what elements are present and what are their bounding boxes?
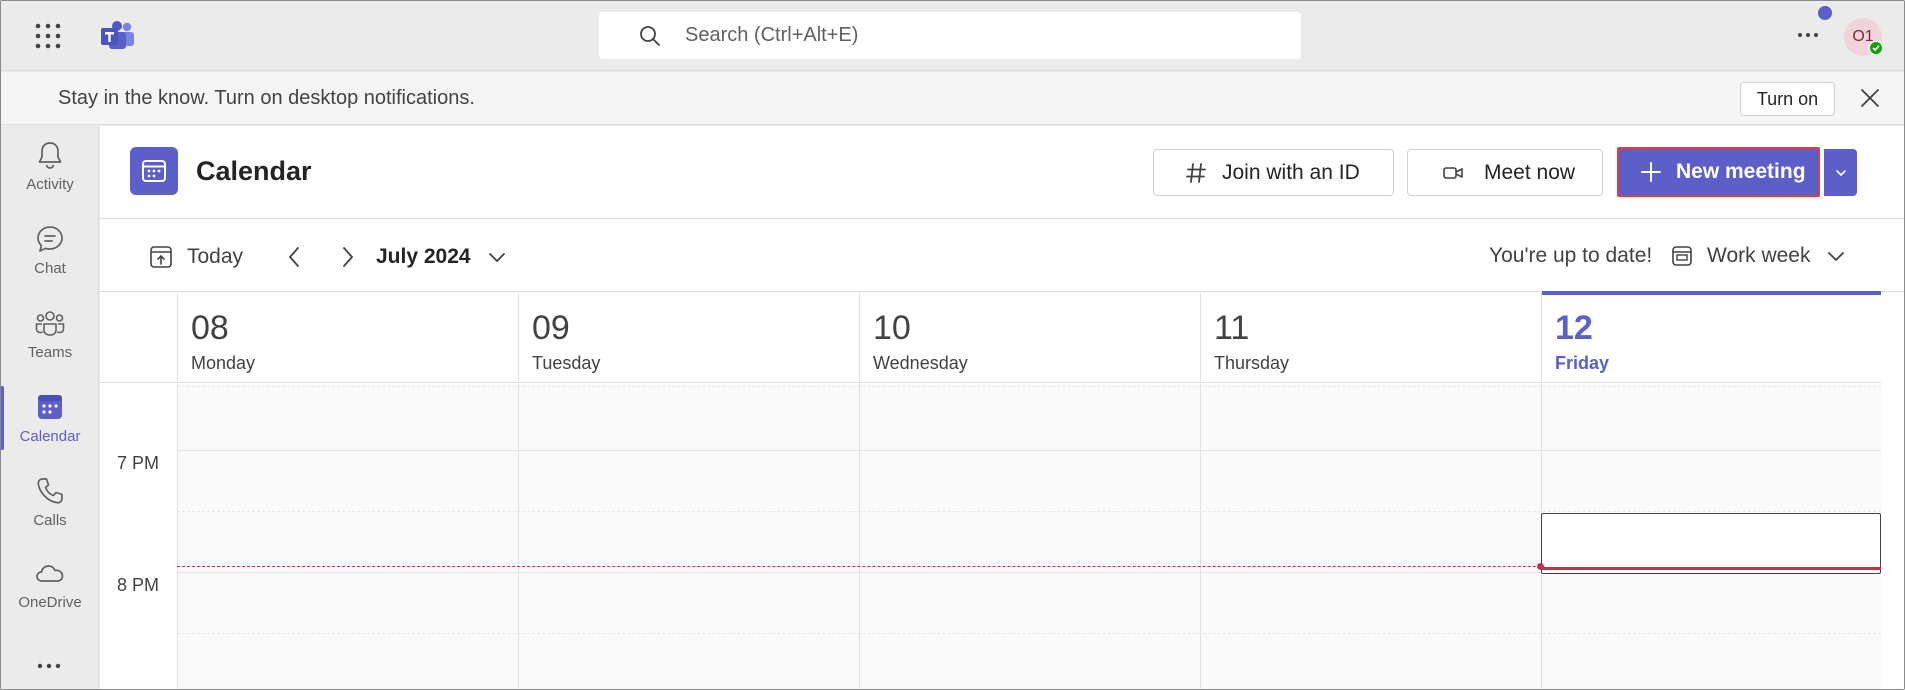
day-header-thursday[interactable]: 11 Thursday: [1200, 293, 1541, 383]
sync-status: You're up to date!: [1489, 244, 1653, 267]
rail-label: Activity: [26, 176, 74, 193]
app-rail: Activity Chat Teams Calendar Calls OneDr…: [1, 126, 99, 689]
current-time-dot: [1537, 563, 1544, 570]
rail-item-teams[interactable]: Teams: [1, 294, 99, 374]
day-number: 11: [1214, 309, 1250, 347]
calendar-header: Calendar Join with an ID Meet now New me…: [100, 126, 1904, 219]
day-header-monday[interactable]: 08 Monday: [177, 293, 518, 383]
week-grid: 08 Monday 09 Tuesday 10 Wednesday 11 Thu…: [100, 291, 1904, 689]
video-camera-icon: [1443, 166, 1463, 179]
today-label: Today: [187, 245, 244, 268]
chevron-down-icon: [488, 253, 505, 262]
day-name: Tuesday: [532, 353, 601, 373]
more-options-icon[interactable]: [1793, 20, 1823, 50]
teams-icon: [35, 311, 65, 336]
today-button[interactable]: Today: [149, 244, 243, 270]
rail-label: Teams: [27, 344, 73, 361]
phone-icon: [37, 478, 63, 504]
rail-label: OneDrive: [18, 594, 82, 611]
day-header-tuesday[interactable]: 09 Tuesday: [518, 293, 859, 383]
banner-message: Stay in the know. Turn on desktop notifi…: [58, 87, 475, 109]
rail-item-onedrive[interactable]: OneDrive: [1, 544, 99, 624]
day-column-tuesday[interactable]: [518, 384, 519, 689]
notification-dot: [1818, 6, 1832, 20]
app-launcher-icon[interactable]: [34, 22, 62, 50]
day-number: 09: [532, 309, 570, 347]
calendar-today-icon: [150, 246, 172, 268]
time-label: 8 PM: [117, 575, 160, 595]
cloud-icon: [36, 565, 64, 582]
top-bar: Search (Ctrl+Alt+E) O1: [1, 1, 1904, 71]
view-label: Work week: [1707, 244, 1811, 267]
new-meeting-label: New meeting: [1676, 160, 1806, 183]
meet-now-button[interactable]: Meet now: [1407, 149, 1603, 196]
presence-available-icon: [1868, 40, 1884, 56]
view-switcher-button[interactable]: Work week: [1671, 240, 1846, 272]
day-number: 10: [873, 309, 911, 347]
search-box[interactable]: Search (Ctrl+Alt+E): [599, 12, 1301, 59]
chevron-down-icon: [1828, 252, 1845, 261]
time-gutter-header: [100, 293, 177, 383]
join-with-id-button[interactable]: Join with an ID: [1153, 149, 1394, 196]
day-name: Monday: [191, 353, 256, 373]
month-picker-button[interactable]: July 2024: [376, 242, 507, 272]
more-apps-icon[interactable]: [31, 656, 67, 676]
previous-week-button[interactable]: [283, 244, 307, 270]
month-label: July 2024: [376, 245, 471, 268]
close-icon[interactable]: [1858, 86, 1882, 110]
page-title: Calendar: [196, 156, 312, 186]
calendar-icon: [38, 395, 62, 419]
time-slots-area[interactable]: [177, 384, 1881, 689]
grid-scroll-gutter: [1881, 384, 1904, 689]
day-name: Friday: [1555, 353, 1610, 373]
notification-banner: i Stay in the know. Turn on desktop noti…: [1, 72, 1904, 181]
half-hour-line: [177, 386, 1881, 387]
selected-time-slot[interactable]: [1541, 513, 1881, 574]
search-placeholder: Search (Ctrl+Alt+E): [685, 24, 859, 46]
half-hour-line: [177, 511, 1881, 512]
work-week-icon: [1672, 246, 1692, 266]
day-number: 08: [191, 309, 229, 347]
day-header-wednesday[interactable]: 10 Wednesday: [859, 293, 1200, 383]
chevron-down-icon: [1835, 169, 1846, 176]
teams-window: Search (Ctrl+Alt+E) O1 i Stay in the kno…: [0, 0, 1905, 690]
day-number: 12: [1555, 309, 1593, 347]
new-meeting-dropdown-button[interactable]: [1824, 149, 1857, 196]
hour-line: [177, 450, 1881, 451]
time-label: 7 PM: [117, 453, 160, 473]
plus-icon: [1641, 162, 1661, 182]
day-header-friday[interactable]: 12 Friday: [1541, 291, 1881, 383]
chat-icon: [37, 226, 63, 252]
chevron-left-icon: [289, 247, 299, 267]
calendar-app-icon: [130, 147, 178, 195]
time-gutter: 7 PM 8 PM: [100, 384, 177, 689]
rail-item-calls[interactable]: Calls: [1, 462, 99, 542]
day-column-monday[interactable]: [177, 384, 178, 689]
join-with-id-label: Join with an ID: [1222, 160, 1360, 184]
day-name: Wednesday: [873, 353, 968, 373]
rail-item-activity[interactable]: Activity: [1, 126, 99, 206]
turn-on-notifications-button[interactable]: Turn on: [1740, 82, 1835, 116]
hashtag-icon: [1186, 162, 1206, 183]
rail-item-chat[interactable]: Chat: [1, 210, 99, 290]
rail-label: Calls: [33, 512, 67, 529]
calendar-main: Calendar Join with an ID Meet now New me…: [100, 126, 1904, 689]
calendar-toolbar: Today July 2024 You're up to date! Work …: [100, 220, 1904, 292]
rail-label: Chat: [34, 260, 66, 277]
day-name: Thursday: [1214, 353, 1290, 373]
chevron-right-icon: [343, 247, 353, 267]
next-week-button[interactable]: [335, 244, 359, 270]
current-time-marker: [1541, 567, 1881, 570]
search-icon: [640, 25, 660, 46]
half-hour-line: [177, 633, 1881, 634]
day-column-wednesday[interactable]: [859, 384, 860, 689]
rail-label: Calendar: [19, 428, 81, 445]
rail-item-calendar[interactable]: Calendar: [1, 378, 99, 458]
bell-icon: [38, 142, 62, 169]
meet-now-label: Meet now: [1484, 160, 1576, 184]
new-meeting-button[interactable]: New meeting: [1617, 147, 1820, 197]
day-column-thursday[interactable]: [1200, 384, 1201, 689]
teams-logo-icon: [100, 20, 136, 52]
